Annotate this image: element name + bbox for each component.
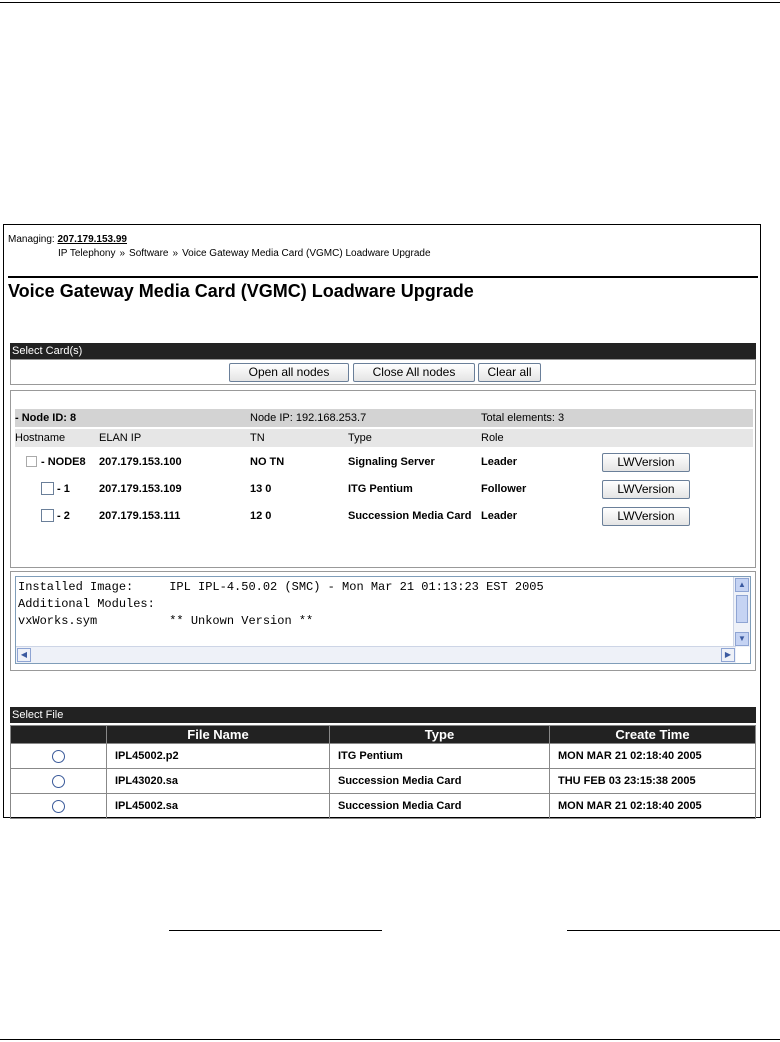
col-create-time: Create Time [549,725,756,744]
node-ip: Node IP: 192.168.253.7 [250,412,367,424]
lw-version-button[interactable]: LWVersion [602,453,690,472]
col-tn: TN [250,432,265,444]
scroll-left-icon[interactable]: ◀ [17,648,31,662]
bottom-rule [0,1039,780,1040]
close-all-nodes-button[interactable]: Close All nodes [353,363,475,382]
scroll-up-icon[interactable]: ▲ [735,578,749,592]
col-hostname: Hostname [15,432,66,444]
footer-underline-right [567,930,780,931]
file-create-time: MON MAR 21 02:18:40 2005 [549,743,756,769]
page-title: Voice Gateway Media Card (VGMC) Loadware… [8,281,474,301]
file-type: ITG Pentium [329,743,550,769]
file-create-time: THU FEB 03 23:15:38 2005 [549,768,756,794]
managing-line: Managing: 207.179.153.99 [8,234,127,245]
file-name: IPL43020.sa [106,768,330,794]
file-type: Succession Media Card [329,793,550,819]
row-hostname: - 2 [57,510,70,522]
file-radio[interactable] [52,749,65,763]
file-type: Succession Media Card [329,768,550,794]
card-2-checkbox[interactable] [41,509,54,522]
top-rule [0,2,780,3]
lw-version-button[interactable]: LWVersion [602,507,690,526]
row-type: Succession Media Card [348,510,472,522]
node8-checkbox[interactable] [26,456,37,467]
row-hostname[interactable]: - NODE8 [41,451,86,473]
tree-column-headers: Hostname ELAN IP TN Type Role [15,429,753,447]
col-file-type: Type [329,725,550,744]
row-hostname: - 1 [57,483,70,495]
tree-row-1: - 1 207.179.153.109 13 0 ITG Pentium Fol… [15,478,753,500]
file-table-header: File Name Type Create Time [10,725,756,744]
open-all-nodes-button[interactable]: Open all nodes [229,363,349,382]
file-create-time: MON MAR 21 02:18:40 2005 [549,793,756,819]
col-select [10,725,107,744]
file-name: IPL45002.sa [106,793,330,819]
row-elan-ip: 207.179.153.111 [99,510,181,522]
file-name: IPL45002.p2 [106,743,330,769]
row-tn: 12 0 [250,510,272,522]
breadcrumb-software[interactable]: Software [129,248,168,259]
node-button-bar: Open all nodes Close All nodes Clear all [10,359,756,385]
version-info-text: Installed Image: IPL IPL-4.50.02 (SMC) -… [18,580,544,628]
scroll-right-icon[interactable]: ▶ [721,648,735,662]
row-role: Follower [481,483,527,495]
col-elan-ip: ELAN IP [99,432,142,444]
breadcrumb-separator: » [172,248,179,259]
footer-underline-left [169,930,382,931]
tree-row-2: - 2 207.179.153.111 12 0 Succession Medi… [15,505,753,527]
scroll-thumb[interactable] [736,595,748,623]
node-tree: - Node ID: 8 Node IP: 192.168.253.7 Tota… [10,390,756,568]
node-id[interactable]: - Node ID: 8 [15,409,76,427]
col-role: Role [481,432,504,444]
screenshot-frame: Managing: 207.179.153.99 IP Telephony» So… [3,224,761,819]
version-info-panel: Installed Image: IPL IPL-4.50.02 (SMC) -… [10,571,756,671]
row-role: Leader [481,510,518,522]
table-row: IPL43020.sa Succession Media Card THU FE… [10,768,756,794]
select-card-header: Select Card(s) [10,343,756,359]
horizontal-scrollbar[interactable]: ◀ ▶ [16,646,736,663]
col-file-name: File Name [106,725,330,744]
vertical-scrollbar[interactable]: ▲ ▼ [733,577,750,647]
table-row: IPL45002.p2 ITG Pentium MON MAR 21 02:18… [10,743,756,769]
node-header: - Node ID: 8 Node IP: 192.168.253.7 Tota… [15,409,753,427]
row-type: Signaling Server [348,456,435,468]
file-radio[interactable] [52,774,65,788]
breadcrumb-current: Voice Gateway Media Card (VGMC) Loadware… [182,248,431,259]
table-row: IPL45002.sa Succession Media Card MON MA… [10,793,756,819]
row-type: ITG Pentium [348,483,413,495]
scroll-down-icon[interactable]: ▼ [735,632,749,646]
lw-version-button[interactable]: LWVersion [602,480,690,499]
clear-all-button[interactable]: Clear all [478,363,541,382]
row-tn: NO TN [250,456,285,468]
row-elan-ip: 207.179.153.100 [99,456,182,468]
breadcrumb-ip-telephony[interactable]: IP Telephony [58,248,115,259]
select-file-header: Select File [10,707,756,723]
managing-label: Managing: [8,234,55,245]
version-info-textarea[interactable]: Installed Image: IPL IPL-4.50.02 (SMC) -… [15,576,751,664]
file-radio[interactable] [52,799,65,813]
col-type: Type [348,432,372,444]
file-table: File Name Type Create Time IPL45002.p2 I… [10,725,756,819]
title-rule [8,276,758,278]
managing-ip-link[interactable]: 207.179.153.99 [57,234,127,245]
card-1-checkbox[interactable] [41,482,54,495]
breadcrumb-separator: » [119,248,126,259]
row-elan-ip: 207.179.153.109 [99,483,182,495]
row-role: Leader [481,456,518,468]
tree-row-node8: - NODE8 207.179.153.100 NO TN Signaling … [15,451,753,473]
row-tn: 13 0 [250,483,272,495]
node-total-elements: Total elements: 3 [481,412,565,424]
breadcrumb: IP Telephony» Software» Voice Gateway Medi… [58,248,431,259]
